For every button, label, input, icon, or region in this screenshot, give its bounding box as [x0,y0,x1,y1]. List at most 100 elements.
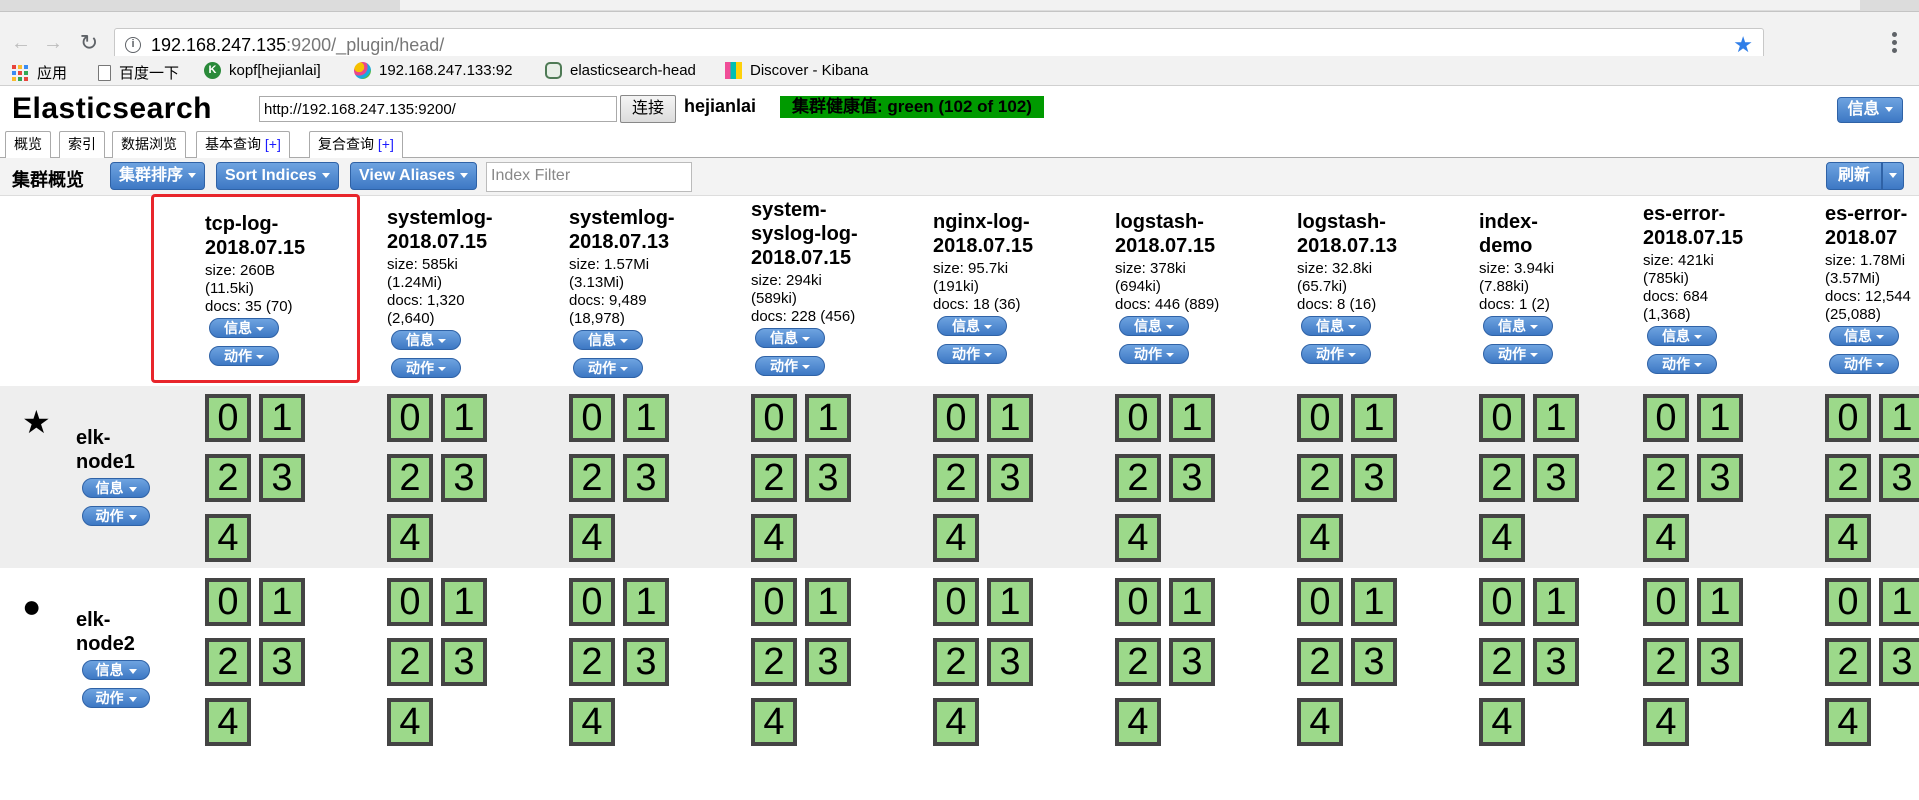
shard-4[interactable]: 4 [569,514,615,562]
sort-cluster-button[interactable]: 集群排序 [110,162,206,190]
shard-4[interactable]: 4 [1479,698,1525,746]
tab-basic-query[interactable]: 基本查询 [+] [196,131,290,158]
shard-1[interactable]: 1 [1879,578,1919,626]
node-action-button[interactable]: 动作 [82,506,150,526]
shard-3[interactable]: 3 [259,454,305,502]
shard-2[interactable]: 2 [1825,454,1871,502]
shard-4[interactable]: 4 [933,514,979,562]
shard-1[interactable]: 1 [1351,578,1397,626]
shard-4[interactable]: 4 [1643,514,1689,562]
shard-1[interactable]: 1 [1697,578,1743,626]
shard-4[interactable]: 4 [1115,514,1161,562]
shard-3[interactable]: 3 [1879,638,1919,686]
shard-2[interactable]: 2 [387,638,433,686]
index-info-button[interactable]: 信息 [573,330,643,350]
shard-0[interactable]: 0 [1115,578,1161,626]
shard-3[interactable]: 3 [259,638,305,686]
shard-3[interactable]: 3 [1879,454,1919,502]
shard-2[interactable]: 2 [387,454,433,502]
shard-1[interactable]: 1 [259,394,305,442]
shard-1[interactable]: 1 [623,578,669,626]
index-action-button[interactable]: 动作 [391,358,461,378]
shard-3[interactable]: 3 [805,638,851,686]
index-info-button[interactable]: 信息 [1119,316,1189,336]
shard-4[interactable]: 4 [1297,514,1343,562]
shard-1[interactable]: 1 [987,394,1033,442]
node-info-button[interactable]: 信息 [82,478,150,498]
shard-4[interactable]: 4 [1297,698,1343,746]
shard-3[interactable]: 3 [623,638,669,686]
shard-2[interactable]: 2 [933,454,979,502]
shard-1[interactable]: 1 [259,578,305,626]
index-action-button[interactable]: 动作 [937,344,1007,364]
shard-4[interactable]: 4 [205,514,251,562]
shard-4[interactable]: 4 [1115,698,1161,746]
shard-4[interactable]: 4 [1479,514,1525,562]
bookmark-baidu[interactable]: 百度一下 [98,62,179,83]
shard-3[interactable]: 3 [805,454,851,502]
shard-3[interactable]: 3 [1351,454,1397,502]
shard-2[interactable]: 2 [1643,638,1689,686]
shard-2[interactable]: 2 [1643,454,1689,502]
shard-0[interactable]: 0 [1479,578,1525,626]
shard-0[interactable]: 0 [1825,394,1871,442]
shard-0[interactable]: 0 [1643,578,1689,626]
shard-4[interactable]: 4 [933,698,979,746]
shard-2[interactable]: 2 [569,454,615,502]
info-icon[interactable]: i [125,37,141,53]
shard-2[interactable]: 2 [1479,638,1525,686]
info-menu-button[interactable]: 信息 [1837,97,1903,123]
address-text[interactable]: 192.168.247.135:9200/_plugin/head/ [151,35,444,56]
shard-0[interactable]: 0 [1825,578,1871,626]
index-action-button[interactable]: 动作 [755,356,825,376]
shard-3[interactable]: 3 [623,454,669,502]
shard-1[interactable]: 1 [1533,394,1579,442]
menu-dots-icon[interactable] [1892,32,1900,54]
shard-3[interactable]: 3 [1169,638,1215,686]
shard-3[interactable]: 3 [1533,638,1579,686]
shard-4[interactable]: 4 [751,698,797,746]
index-info-button[interactable]: 信息 [1483,316,1553,336]
tab-complex-query[interactable]: 复合查询 [+] [309,131,403,158]
index-info-button[interactable]: 信息 [755,328,825,348]
shard-2[interactable]: 2 [205,638,251,686]
shard-1[interactable]: 1 [441,578,487,626]
shard-0[interactable]: 0 [933,394,979,442]
shard-2[interactable]: 2 [751,454,797,502]
shard-2[interactable]: 2 [205,454,251,502]
shard-2[interactable]: 2 [569,638,615,686]
refresh-button[interactable]: 刷新 [1826,162,1882,190]
index-action-button[interactable]: 动作 [1647,354,1717,374]
shard-1[interactable]: 1 [1697,394,1743,442]
shard-0[interactable]: 0 [1643,394,1689,442]
bookmark-kibana[interactable]: Discover - Kibana [725,62,868,79]
shard-0[interactable]: 0 [933,578,979,626]
cluster-url-input[interactable] [259,96,617,122]
bookmark-star-icon[interactable]: ★ [1733,32,1753,58]
shard-1[interactable]: 1 [805,394,851,442]
shard-4[interactable]: 4 [751,514,797,562]
index-action-button[interactable]: 动作 [1119,344,1189,364]
shard-2[interactable]: 2 [751,638,797,686]
shard-2[interactable]: 2 [1297,454,1343,502]
tab-overview[interactable]: 概览 [5,131,51,159]
shard-4[interactable]: 4 [205,698,251,746]
node-action-button[interactable]: 动作 [82,688,150,708]
shard-1[interactable]: 1 [1169,578,1215,626]
index-action-button[interactable]: 动作 [1829,354,1899,374]
shard-0[interactable]: 0 [1297,394,1343,442]
tab-browser[interactable]: 数据浏览 [112,131,186,158]
node-info-button[interactable]: 信息 [82,660,150,680]
shard-3[interactable]: 3 [987,638,1033,686]
shard-0[interactable]: 0 [1479,394,1525,442]
node-name[interactable]: elk-node2 [76,608,135,656]
shard-0[interactable]: 0 [751,394,797,442]
shard-3[interactable]: 3 [1169,454,1215,502]
browser-tab[interactable] [400,0,1860,10]
shard-4[interactable]: 4 [387,698,433,746]
shard-1[interactable]: 1 [1533,578,1579,626]
back-arrow-icon[interactable]: ← [10,32,32,54]
shard-0[interactable]: 0 [569,578,615,626]
tab-indices[interactable]: 索引 [59,131,105,158]
shard-2[interactable]: 2 [1115,638,1161,686]
